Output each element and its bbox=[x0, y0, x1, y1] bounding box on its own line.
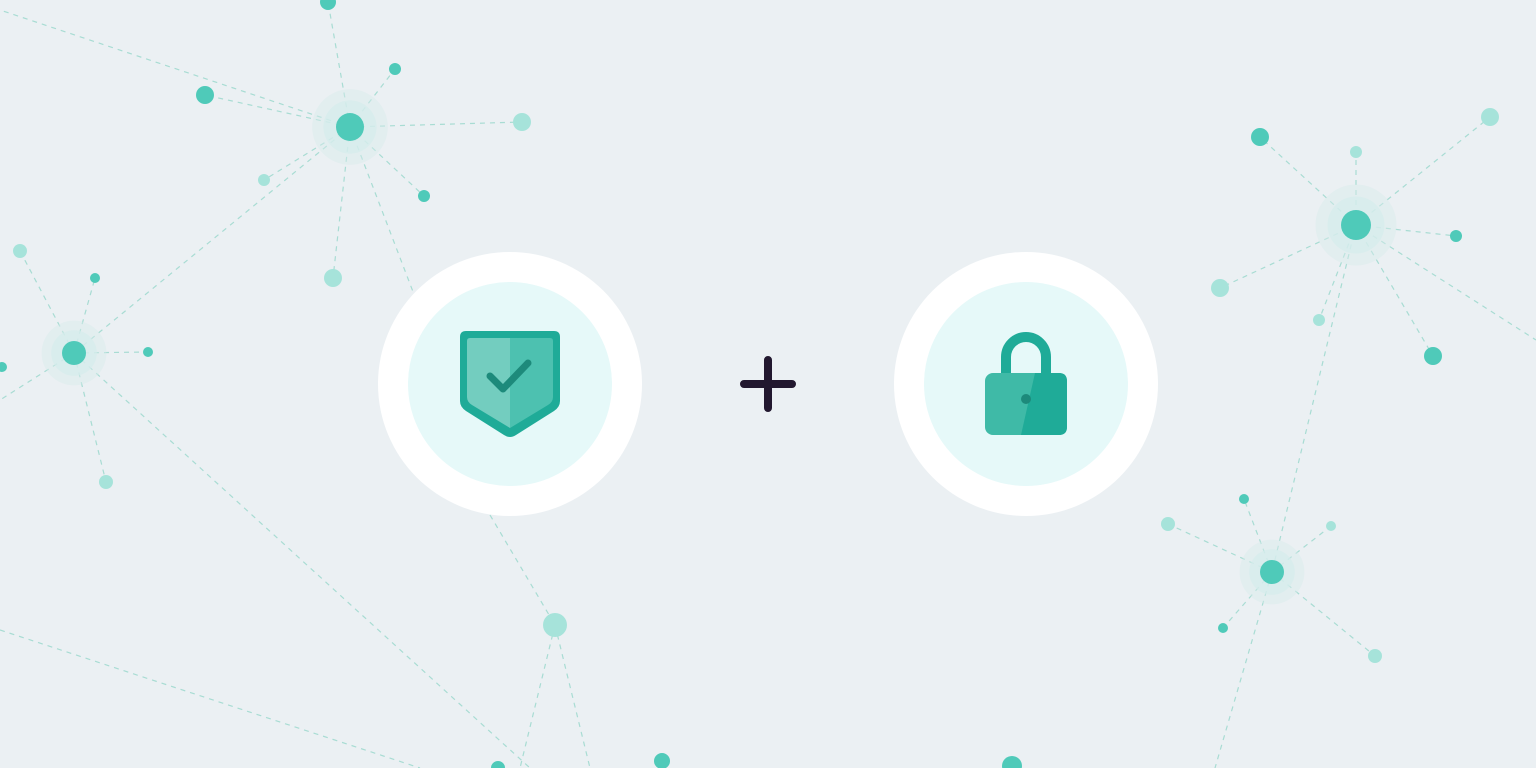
network-node bbox=[1424, 347, 1442, 365]
network-node bbox=[196, 86, 214, 104]
keyhole bbox=[1021, 394, 1031, 404]
network-node bbox=[1313, 314, 1325, 326]
lock-shackle bbox=[1001, 332, 1051, 375]
network-node bbox=[143, 347, 153, 357]
lock-badge-inner bbox=[924, 282, 1128, 486]
padlock-icon bbox=[985, 332, 1067, 435]
network-node bbox=[90, 273, 100, 283]
shield-check-icon bbox=[460, 331, 560, 437]
network-node bbox=[513, 113, 531, 131]
network-hub bbox=[62, 341, 86, 365]
shield-badge-inner bbox=[408, 282, 612, 486]
network-hub bbox=[1341, 210, 1371, 240]
lock-badge bbox=[894, 252, 1158, 516]
network-node bbox=[1326, 521, 1336, 531]
network-node bbox=[1239, 494, 1249, 504]
network-node bbox=[1450, 230, 1462, 242]
network-node bbox=[1161, 517, 1175, 531]
network-node bbox=[1368, 649, 1382, 663]
network-node bbox=[1481, 108, 1499, 126]
plus-icon bbox=[740, 356, 796, 412]
network-node bbox=[99, 475, 113, 489]
network-node bbox=[1251, 128, 1269, 146]
shield-badge bbox=[378, 252, 642, 516]
network-node bbox=[543, 613, 567, 637]
network-node bbox=[1218, 623, 1228, 633]
network-node bbox=[389, 63, 401, 75]
network-node bbox=[1350, 146, 1362, 158]
security-illustration bbox=[0, 0, 1536, 768]
network-node bbox=[13, 244, 27, 258]
network-node bbox=[324, 269, 342, 287]
network-node bbox=[258, 174, 270, 186]
network-node bbox=[1211, 279, 1229, 297]
network-hub bbox=[336, 113, 364, 141]
network-node bbox=[418, 190, 430, 202]
network-hub bbox=[1260, 560, 1284, 584]
